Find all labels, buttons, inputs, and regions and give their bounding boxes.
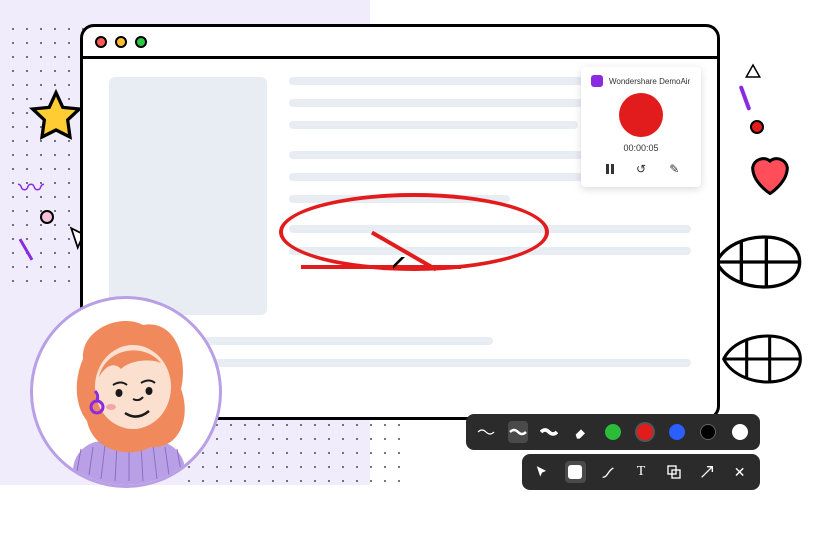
stroke-thick-button[interactable] xyxy=(540,421,560,443)
pause-button[interactable] xyxy=(600,161,616,177)
window-titlebar xyxy=(83,27,717,59)
star-icon xyxy=(28,88,84,144)
arrow-tool-button[interactable] xyxy=(696,461,717,483)
restart-button[interactable]: ↺ xyxy=(633,161,649,177)
window-close-button[interactable] xyxy=(95,36,107,48)
heart-icon xyxy=(744,148,796,200)
draw-toolbar xyxy=(466,414,760,450)
squiggle-icon: 〰 xyxy=(18,168,44,205)
stroke-medium-button[interactable] xyxy=(508,421,528,443)
close-toolbar-button[interactable]: ✕ xyxy=(729,461,750,483)
pointer-tool-button[interactable] xyxy=(532,461,553,483)
window-minimize-button[interactable] xyxy=(115,36,127,48)
red-dot-icon xyxy=(750,120,764,134)
recorder-brand: Wondershare DemoAir xyxy=(591,75,691,87)
color-red-button[interactable] xyxy=(635,421,655,443)
window-maximize-button[interactable] xyxy=(135,36,147,48)
pink-dot-icon xyxy=(40,210,54,224)
purple-slash-icon xyxy=(739,85,752,111)
placeholder-image xyxy=(109,77,267,315)
leaf-icon xyxy=(708,218,808,306)
brand-logo-icon xyxy=(591,75,603,87)
eraser-button[interactable] xyxy=(571,421,591,443)
recorder-panel: Wondershare DemoAir 00:00:05 ↺ ✎ xyxy=(581,67,701,187)
presenter-avatar xyxy=(30,296,222,488)
color-green-button[interactable] xyxy=(603,421,623,443)
stroke-thin-button[interactable] xyxy=(476,421,496,443)
brush-tool-button[interactable] xyxy=(598,461,619,483)
text-tool-button[interactable]: T xyxy=(631,461,652,483)
recorder-timer: 00:00:05 xyxy=(591,143,691,153)
edit-button[interactable]: ✎ xyxy=(666,161,682,177)
brand-label: Wondershare DemoAir xyxy=(609,77,690,86)
tool-toolbar: T ✕ xyxy=(522,454,760,490)
shape-tool-button[interactable] xyxy=(663,461,684,483)
color-blue-button[interactable] xyxy=(667,421,687,443)
triangle-icon xyxy=(744,62,762,80)
color-black-button[interactable] xyxy=(698,421,718,443)
color-white-button[interactable] xyxy=(730,421,750,443)
marker-tool-button[interactable] xyxy=(565,461,586,483)
record-button[interactable] xyxy=(619,93,663,137)
leaf-icon xyxy=(716,320,808,398)
